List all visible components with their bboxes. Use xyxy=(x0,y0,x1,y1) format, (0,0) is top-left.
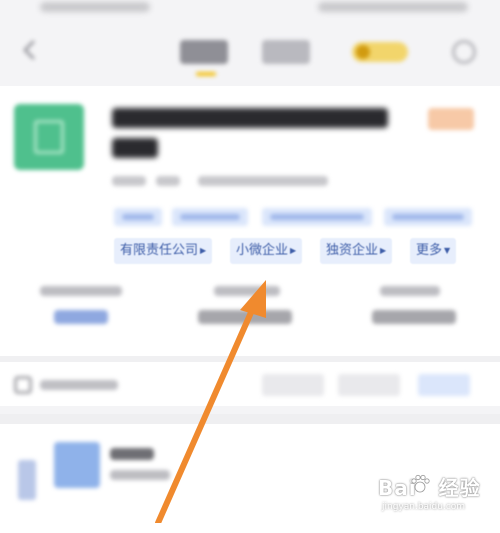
triangle-right-icon: ▶ xyxy=(290,246,297,255)
company-logo-icon xyxy=(34,120,64,154)
back-arrow-icon[interactable] xyxy=(18,38,42,62)
tab-secondary[interactable] xyxy=(262,40,310,64)
tab-primary[interactable] xyxy=(180,40,228,64)
status-bar xyxy=(0,0,500,18)
lower-card-subtitle xyxy=(110,470,170,480)
stat-value[interactable] xyxy=(54,310,108,324)
tag-label: 更多 xyxy=(416,243,443,258)
company-meta xyxy=(198,176,328,186)
info-chip[interactable] xyxy=(114,208,162,226)
action-button[interactable] xyxy=(418,374,470,396)
baidu-paw-icon xyxy=(411,474,430,493)
company-meta xyxy=(112,176,146,186)
triangle-right-icon: ▶ xyxy=(200,246,207,255)
tag-label: 小微企业 xyxy=(236,243,289,258)
action-button[interactable] xyxy=(338,374,400,396)
phone-icon[interactable] xyxy=(14,376,32,394)
contact-action-row xyxy=(0,356,500,406)
action-button[interactable] xyxy=(262,374,324,396)
tag-more[interactable]: 更多 ▼ xyxy=(410,238,457,264)
company-name-line-1 xyxy=(112,108,388,128)
watermark-url: jingyan.baidu.com xyxy=(382,502,466,512)
stat-label xyxy=(380,286,440,296)
tag-sole-proprietor[interactable]: 独资企业 ▶ xyxy=(320,238,393,264)
company-meta xyxy=(156,176,180,186)
tag-label: 有限责任公司 xyxy=(120,243,199,258)
stat-value xyxy=(198,310,292,324)
vip-badge[interactable] xyxy=(352,42,408,62)
company-card: 有限责任公司 ▶ 小微企业 ▶ 独资企业 ▶ 更多 ▼ xyxy=(0,86,500,356)
status-bar-left xyxy=(40,2,150,12)
info-chip[interactable] xyxy=(172,208,248,226)
stat-label xyxy=(40,286,122,296)
status-bar-right xyxy=(318,2,468,12)
company-logo xyxy=(14,104,84,170)
vip-icon xyxy=(356,45,370,59)
lower-card-title xyxy=(110,448,154,460)
info-chip[interactable] xyxy=(384,208,472,226)
stat-label xyxy=(214,286,280,296)
tag-label: 独资企业 xyxy=(326,243,379,258)
tag-llc[interactable]: 有限责任公司 ▶ xyxy=(114,238,213,264)
triangle-down-icon: ▼ xyxy=(444,246,451,255)
lower-card-thumbnail[interactable] xyxy=(54,442,100,488)
info-chip[interactable] xyxy=(262,208,372,226)
watermark: Bai 经验 jingyan.baidu.com xyxy=(358,468,490,518)
tab-active-underline xyxy=(196,72,216,76)
top-nav xyxy=(0,18,500,86)
tag-small-micro[interactable]: 小微企业 ▶ xyxy=(230,238,303,264)
more-icon[interactable] xyxy=(452,40,476,64)
phone-text[interactable] xyxy=(40,380,118,390)
stat-value xyxy=(372,310,456,324)
lower-card-side xyxy=(18,460,36,500)
company-name-line-2 xyxy=(112,138,158,158)
claim-badge[interactable] xyxy=(428,108,474,130)
triangle-right-icon: ▶ xyxy=(380,246,387,255)
